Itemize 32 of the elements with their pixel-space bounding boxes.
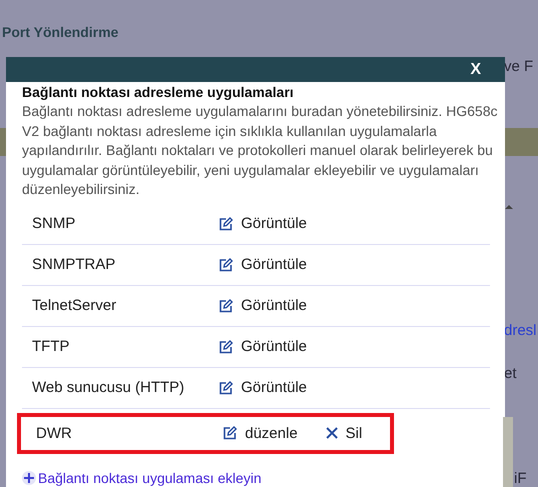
edit-icon: [219, 380, 233, 394]
dialog-heading: Bağlantı noktası adresleme uygulamaları: [22, 84, 295, 100]
background-text: ve F: [504, 58, 534, 75]
app-name: SNMP: [31, 215, 76, 232]
scrollbar-thumb[interactable]: [503, 417, 514, 487]
app-name: SNMPTRAP: [31, 256, 116, 273]
app-name: Web sunucusu (HTTP): [31, 379, 186, 396]
view-link[interactable]: Görüntüle: [219, 297, 307, 314]
view-link[interactable]: Görüntüle: [219, 379, 307, 396]
page-title: Port Yönlendirme: [2, 24, 118, 40]
view-link[interactable]: Görüntüle: [219, 256, 307, 273]
view-link[interactable]: Görüntüle: [219, 338, 307, 355]
plus-icon: [22, 470, 36, 484]
app-name: DWR: [35, 424, 73, 442]
edit-icon: [223, 426, 237, 440]
background-text: iF: [514, 470, 526, 487]
edit-icon: [219, 216, 233, 230]
scroll-up-icon[interactable]: [505, 204, 514, 210]
edit-icon: [219, 298, 233, 312]
delete-icon: [326, 427, 338, 439]
delete-link[interactable]: Sil: [326, 424, 362, 442]
add-link[interactable]: Bağlantı noktası uygulaması ekleyin: [22, 470, 262, 486]
description: Bağlantı noktası adresleme uygulamalarını buradan yönetebilirsiniz. HG658c V2 bağlantı noktası adresleme için sıklıkla kullanılan uygulamalarla yapılandırılır. Bağlantı noktaları ve protokolleri manuel olarak belirleyerek bu uygulamalar görüntüleyebilir, yeni uygulamalar ekleyebilir ve uygulamaları düzenleyebilirsiniz.: [22, 102, 498, 199]
edit-link[interactable]: düzenle: [223, 424, 298, 442]
app-name: TFTP: [31, 338, 70, 355]
edit-icon: [219, 258, 233, 272]
background-text: et: [504, 365, 517, 382]
app-name: TelnetServer: [31, 297, 118, 314]
close-button[interactable]: X: [468, 60, 483, 78]
background-text: dresl: [504, 322, 537, 339]
view-link[interactable]: Görüntüle: [219, 215, 307, 232]
edit-icon: [219, 340, 233, 354]
